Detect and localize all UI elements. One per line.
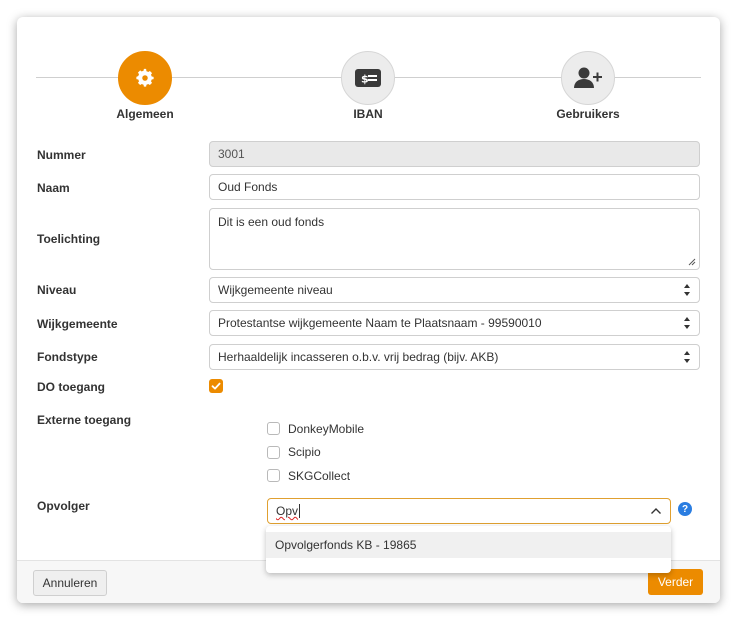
opvolger-combobox[interactable]: Opv <box>267 498 671 524</box>
fondstype-select[interactable]: Herhaaldelijk incasseren o.b.v. vrij bed… <box>209 344 700 370</box>
step-gebruikers-circle[interactable] <box>561 51 615 105</box>
option-label: DonkeyMobile <box>288 421 365 436</box>
toelichting-label: Toelichting <box>37 232 101 246</box>
select-arrows-icon <box>683 351 691 363</box>
niveau-value: Wijkgemeente niveau <box>218 283 333 297</box>
wijkgemeente-label: Wijkgemeente <box>37 317 118 331</box>
wizard-steps: Algemeen $ IBAN Gebruikers <box>36 51 701 131</box>
niveau-label: Niveau <box>37 283 77 297</box>
do-toegang-label: DO toegang <box>37 380 105 394</box>
text-caret <box>299 504 301 518</box>
svg-text:$: $ <box>361 73 369 86</box>
opvolger-label: Opvolger <box>37 499 90 513</box>
toelichting-value: Dit is een oud fonds <box>218 215 325 229</box>
fondstype-label: Fondstype <box>37 350 98 364</box>
step-algemeen[interactable]: Algemeen <box>85 51 205 121</box>
suggestion-item[interactable]: Opvolgerfonds KB - 19865 <box>266 532 671 558</box>
naam-input[interactable]: Oud Fonds <box>209 174 700 200</box>
wijkgemeente-value: Protestantse wijkgemeente Naam te Plaats… <box>218 316 542 330</box>
help-icon[interactable]: ? <box>678 502 692 516</box>
step-iban-label: IBAN <box>353 107 383 121</box>
select-arrows-icon <box>683 284 691 296</box>
checkbox[interactable] <box>267 422 280 436</box>
externe-toegang-option-donkeymobile[interactable]: DonkeyMobile <box>267 417 364 441</box>
fondstype-value: Herhaaldelijk incasseren o.b.v. vrij bed… <box>218 350 499 364</box>
add-user-icon <box>574 67 602 88</box>
niveau-select[interactable]: Wijkgemeente niveau <box>209 277 700 303</box>
step-iban[interactable]: $ IBAN <box>308 51 428 121</box>
opvolger-suggestions: Opvolgerfonds KB - 19865 <box>266 526 671 573</box>
do-toegang-checkbox[interactable] <box>209 379 223 393</box>
cancel-button[interactable]: Annuleren <box>33 570 107 596</box>
toelichting-textarea[interactable]: Dit is een oud fonds <box>209 208 700 270</box>
checkbox[interactable] <box>267 445 280 459</box>
opvolger-input-text: Opv <box>276 504 299 518</box>
money-icon: $ <box>355 69 381 87</box>
step-algemeen-label: Algemeen <box>116 107 174 121</box>
option-label: Scipio <box>288 445 321 460</box>
checkmark-icon <box>211 382 221 390</box>
chevron-up-icon[interactable] <box>650 506 662 516</box>
step-iban-circle[interactable]: $ <box>341 51 395 105</box>
gear-icon <box>136 68 154 87</box>
nummer-label: Nummer <box>37 148 86 162</box>
externe-toegang-option-scipio[interactable]: Scipio <box>267 441 364 465</box>
nummer-field: 3001 <box>209 141 700 167</box>
step-algemeen-circle[interactable] <box>118 51 172 105</box>
select-arrows-icon <box>683 317 691 329</box>
step-gebruikers-label: Gebruikers <box>556 107 620 121</box>
externe-toegang-label: Externe toegang <box>37 413 132 427</box>
checkbox[interactable] <box>267 469 280 483</box>
option-label: SKGCollect <box>288 468 351 483</box>
wijkgemeente-select[interactable]: Protestantse wijkgemeente Naam te Plaats… <box>209 310 700 336</box>
naam-value: Oud Fonds <box>218 180 278 194</box>
step-gebruikers[interactable]: Gebruikers <box>528 51 648 121</box>
fund-wizard-dialog: Algemeen $ IBAN Gebruikers Nummer 3001 N… <box>17 17 720 603</box>
nummer-value: 3001 <box>218 147 245 161</box>
externe-toegang-list: DonkeyMobile Scipio SKGCollect <box>267 417 364 488</box>
externe-toegang-option-skgcollect[interactable]: SKGCollect <box>267 464 364 488</box>
resize-grip-icon[interactable] <box>688 258 696 266</box>
naam-label: Naam <box>37 181 70 195</box>
